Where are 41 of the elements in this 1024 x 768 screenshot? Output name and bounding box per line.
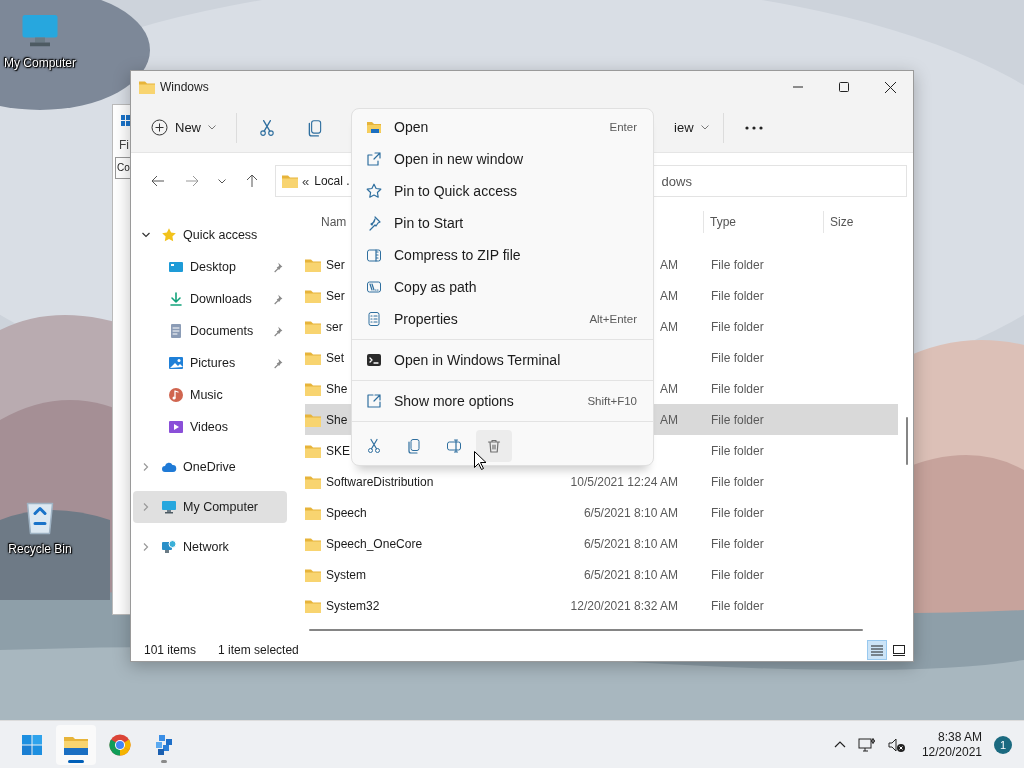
file-name: She bbox=[326, 412, 348, 427]
date-modified: AM bbox=[660, 257, 678, 272]
file-name: Ser bbox=[326, 257, 345, 272]
file-type: File folder bbox=[711, 257, 764, 272]
path-separator: « bbox=[302, 173, 310, 189]
file-type: File folder bbox=[711, 412, 764, 427]
file-type: File folder bbox=[711, 319, 764, 334]
file-type: File folder bbox=[711, 288, 764, 303]
file-type: File folder bbox=[711, 598, 764, 613]
file-type: File folder bbox=[711, 350, 764, 365]
file-name: SKE bbox=[326, 443, 350, 458]
date-modified: 6/5/2021 8:10 AM bbox=[583, 567, 678, 582]
shortcut-text: Alt+Enter bbox=[589, 313, 637, 325]
file-name: Set bbox=[326, 350, 344, 365]
file-name: Speech bbox=[326, 505, 367, 520]
file-type: File folder bbox=[711, 567, 764, 582]
item-count: 101 items bbox=[144, 643, 197, 657]
date-modified: 6/5/2021 8:10 AM bbox=[583, 505, 678, 520]
file-name: Speech_OneCore bbox=[326, 536, 423, 551]
date-modified: 12/20/2021 8:32 AM bbox=[570, 598, 678, 613]
file-type: File folder bbox=[711, 505, 764, 520]
file-name: ser bbox=[326, 319, 343, 334]
date-modified: 6/5/2021 8:10 AM bbox=[583, 536, 678, 551]
file-type: File folder bbox=[711, 443, 764, 458]
shortcut-text: Shift+F10 bbox=[587, 395, 637, 407]
date-modified: AM bbox=[660, 288, 678, 303]
file-name: She bbox=[326, 381, 348, 396]
window-title: Windows bbox=[160, 80, 209, 94]
date-modified: AM bbox=[660, 412, 678, 427]
shortcut-text: Enter bbox=[609, 121, 637, 133]
file-name: System32 bbox=[326, 598, 380, 613]
date-modified: AM bbox=[660, 319, 678, 334]
file-name: System bbox=[326, 567, 366, 582]
date-modified: AM bbox=[660, 381, 678, 396]
file-name: Ser bbox=[326, 288, 345, 303]
file-type: File folder bbox=[711, 536, 764, 551]
file-type: File folder bbox=[711, 474, 764, 489]
file-name: SoftwareDistribution bbox=[326, 474, 434, 489]
date-modified: 10/5/2021 12:24 AM bbox=[570, 474, 678, 489]
selection-count: 1 item selected bbox=[218, 643, 299, 657]
file-type: File folder bbox=[711, 381, 764, 396]
